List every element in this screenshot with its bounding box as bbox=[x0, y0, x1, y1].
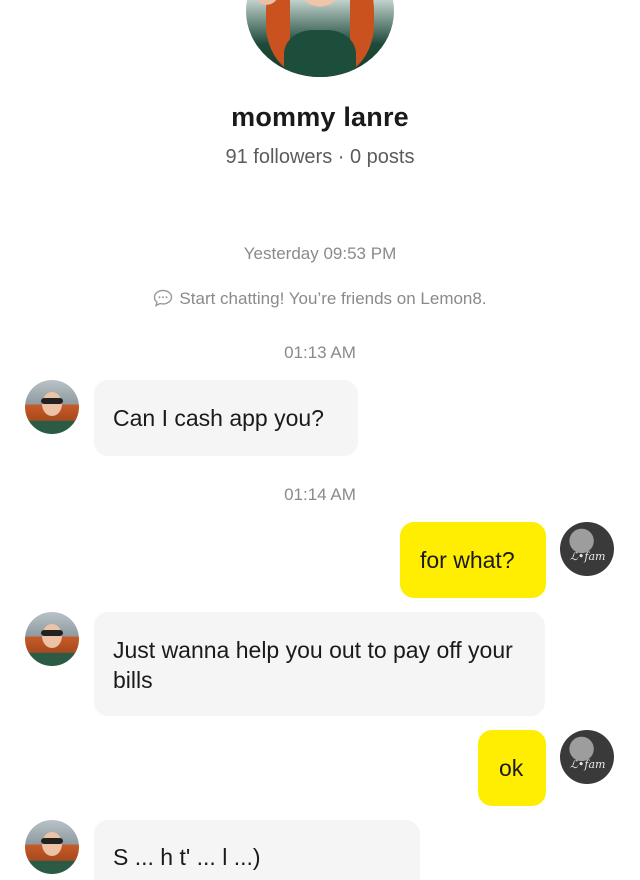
message-bubble-outgoing[interactable]: for what? bbox=[400, 522, 546, 598]
avatar-shirt bbox=[284, 30, 356, 77]
message-bubble-incoming[interactable]: Can I cash app you? bbox=[94, 380, 358, 456]
message-bubble-incoming[interactable]: Just wanna help you out to pay off your … bbox=[94, 612, 545, 716]
system-message: Start chatting! You’re friends on Lemon8… bbox=[0, 289, 640, 312]
avatar-glasses bbox=[41, 630, 63, 636]
avatar-signature: ℒ•fam bbox=[570, 758, 606, 771]
avatar-face bbox=[42, 624, 62, 648]
sender-avatar[interactable] bbox=[25, 380, 79, 434]
timestamp-0113: 01:13 AM bbox=[284, 343, 356, 362]
my-avatar[interactable]: ℒ•fam bbox=[560, 522, 614, 576]
avatar-signature: ℒ•fam bbox=[570, 550, 606, 563]
profile-stats: 91 followers · 0 posts bbox=[225, 146, 415, 168]
my-avatar[interactable]: ℒ•fam bbox=[560, 730, 614, 784]
sender-avatar[interactable] bbox=[25, 820, 79, 874]
avatar-glasses bbox=[41, 838, 63, 844]
profile-avatar[interactable] bbox=[246, 0, 394, 77]
timestamp-0114: 01:14 AM bbox=[284, 485, 356, 504]
message-bubble-incoming[interactable]: S ... h t' ... l ...) bbox=[94, 820, 420, 880]
avatar-face bbox=[42, 392, 62, 416]
sender-avatar[interactable] bbox=[25, 612, 79, 666]
chat-bubble-icon bbox=[153, 289, 173, 312]
timestamp-yesterday: Yesterday 09:53 PM bbox=[243, 244, 397, 263]
profile-name[interactable]: mommy lanre bbox=[0, 102, 640, 133]
message-bubble-outgoing[interactable]: ok bbox=[478, 730, 546, 806]
avatar-glasses bbox=[41, 398, 63, 404]
avatar-face bbox=[42, 832, 62, 856]
system-message-text: Start chatting! You’re friends on Lemon8… bbox=[179, 289, 487, 308]
